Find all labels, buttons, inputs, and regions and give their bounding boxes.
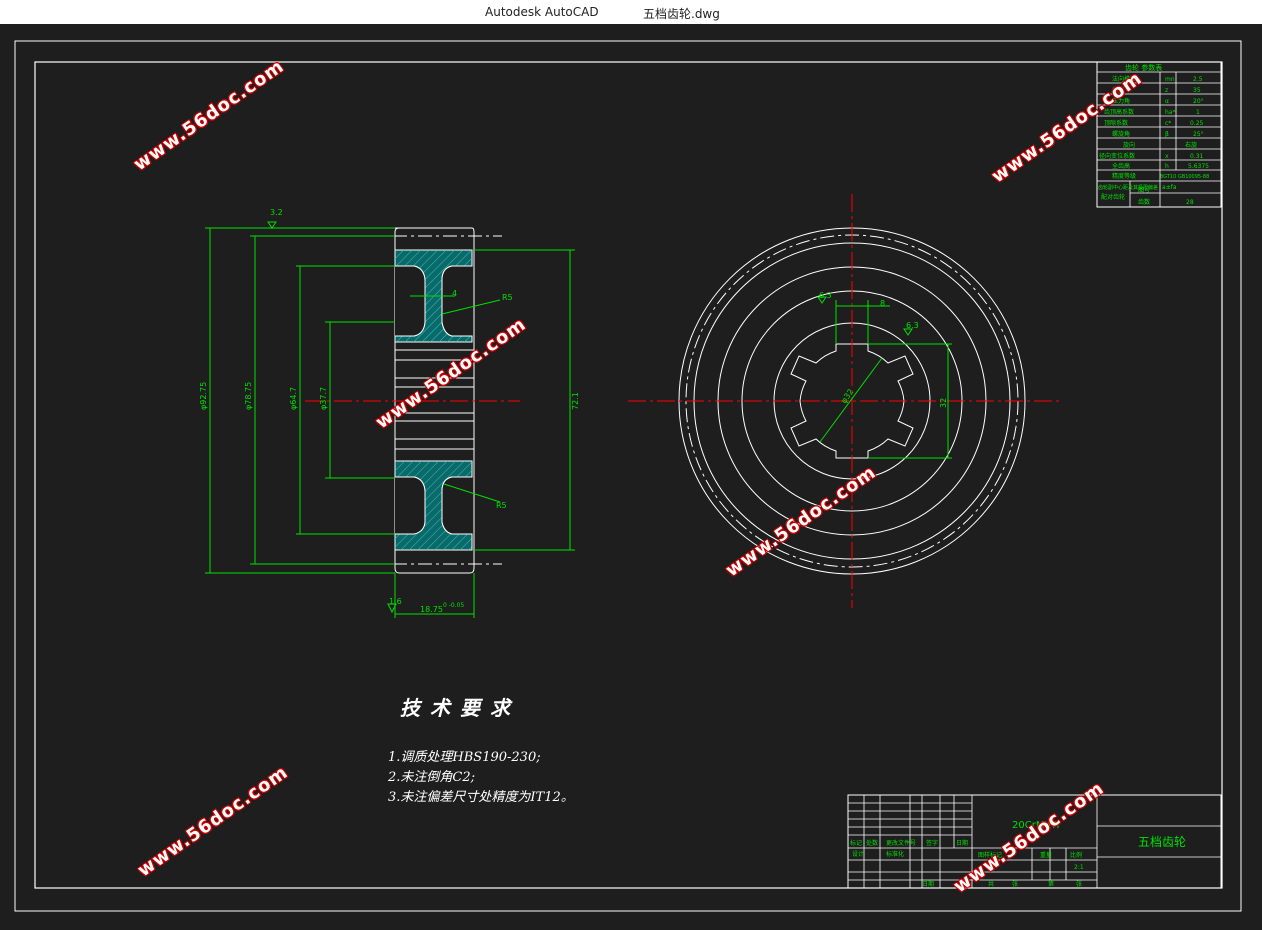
dim-key-width: 8 [880, 299, 885, 308]
param-r3-sym: ha* [1165, 109, 1175, 116]
tb-h2: 更改文件号 [886, 839, 916, 847]
param-r7-name: 径向变位系数 [1099, 152, 1135, 160]
file-name: 五档齿轮.dwg [643, 7, 720, 21]
param-r4-name: 顶隙系数 [1104, 119, 1128, 127]
tb-h1: 处数 [866, 839, 878, 847]
tb-sheet1: 张 [1012, 880, 1018, 888]
tech-req-line-1: 1.调质处理HBS190-230; [388, 750, 541, 765]
param-r4-sym: c* [1165, 120, 1171, 127]
tb-h3: 签字 [926, 839, 938, 847]
tb-approve2: 比例 [1070, 851, 1082, 859]
dim-fillet1: R5 [502, 293, 513, 302]
param-r8-sym: h [1165, 163, 1169, 170]
tb-sheet3: 张 [1076, 880, 1082, 888]
dim-spline-len: 32 [939, 398, 948, 408]
dim-web: 4 [452, 289, 457, 298]
param-r1-sym: z [1165, 87, 1168, 94]
param-r7-val: 0.31 [1190, 153, 1204, 160]
param-r9-val: 8GT10 GB10095-88 [1160, 174, 1209, 180]
dim-key-rough2: 6.3 [906, 321, 919, 330]
window-titlebar: Autodesk AutoCAD 五档齿轮.dwg [0, 0, 1262, 24]
param-r1-val: 35 [1193, 87, 1201, 94]
dim-d4: φ37.7 [319, 387, 328, 410]
param-r6-val: 右旋 [1185, 141, 1197, 149]
drawing-svg[interactable]: φ92.75 φ78.75 φ64.7 φ37.7 72.1 3.2 1.6 1… [0, 24, 1262, 926]
mating-r1: 图号 [1138, 187, 1150, 194]
roughness-bottom: 1.6 [389, 597, 402, 606]
dims-right [817, 296, 952, 459]
param-r8-name: 全齿高 [1112, 162, 1130, 170]
tb-h4: 日期 [956, 839, 968, 847]
roughness-top: 3.2 [270, 208, 283, 217]
tech-req-line-2: 2.未注倒角C2; [388, 770, 476, 785]
param-r2-sym: α [1165, 98, 1169, 105]
param-r4-val: 0.25 [1190, 120, 1204, 127]
tb-standard: 标准化 [886, 850, 904, 858]
tb-approve1: 重量 [1040, 851, 1052, 859]
tb-sheet0: 共 [988, 880, 994, 888]
mating-r2: 齿数 [1138, 198, 1150, 206]
inner-border [34, 61, 1223, 889]
tb-part-name: 五档齿轮 [1138, 835, 1186, 849]
param-r10-sym: a±fa [1162, 184, 1177, 191]
mating-r2-val: 28 [1186, 199, 1194, 206]
param-r5-name: 螺旋角 [1112, 130, 1130, 138]
tb-design: 设计 [852, 850, 864, 858]
dim-width-tol: 0 -0.05 [443, 602, 464, 609]
tb-h0: 标记 [850, 839, 862, 847]
dim-width: 18.75 [420, 605, 443, 614]
dim-fillet2: R5 [496, 501, 507, 510]
dim-d3: φ64.7 [289, 387, 298, 410]
dim-spline-dia: φ32 [839, 387, 855, 405]
mating-label: 配对齿轮 [1101, 193, 1125, 201]
dim-d5: 72.1 [571, 392, 580, 410]
param-r5-val: 25° [1193, 131, 1204, 138]
tech-req-line-3: 3.未注偏差尺寸处精度为IT12。 [388, 790, 574, 805]
dim-d2: φ78.75 [244, 382, 253, 410]
param-r0-val: 2.5 [1193, 76, 1203, 83]
param-r2-val: 20° [1193, 98, 1204, 105]
app-name: Autodesk AutoCAD [485, 5, 599, 19]
param-r7-sym: x [1165, 153, 1169, 160]
tb-date-label: 日期 [922, 880, 934, 888]
tb-sheet2: 第 [1048, 880, 1054, 888]
param-r9-name: 精度等级 [1112, 172, 1136, 180]
param-r8-val: 5.6375 [1188, 163, 1209, 170]
tech-req-title: 技术要求 [400, 696, 520, 720]
param-r0-sym: mn [1165, 76, 1175, 83]
dim-d1: φ92.75 [199, 382, 208, 410]
outer-border [14, 40, 1242, 912]
param-r3-val: 1 [1196, 109, 1200, 116]
tb-scale: 2:1 [1074, 864, 1084, 871]
param-r5-sym: β [1165, 131, 1169, 138]
dim-key-rough1: 6.3 [819, 291, 832, 300]
param-r6-name: 旋向 [1123, 141, 1135, 149]
drawing-canvas[interactable]: φ92.75 φ78.75 φ64.7 φ37.7 72.1 3.2 1.6 1… [0, 24, 1262, 926]
